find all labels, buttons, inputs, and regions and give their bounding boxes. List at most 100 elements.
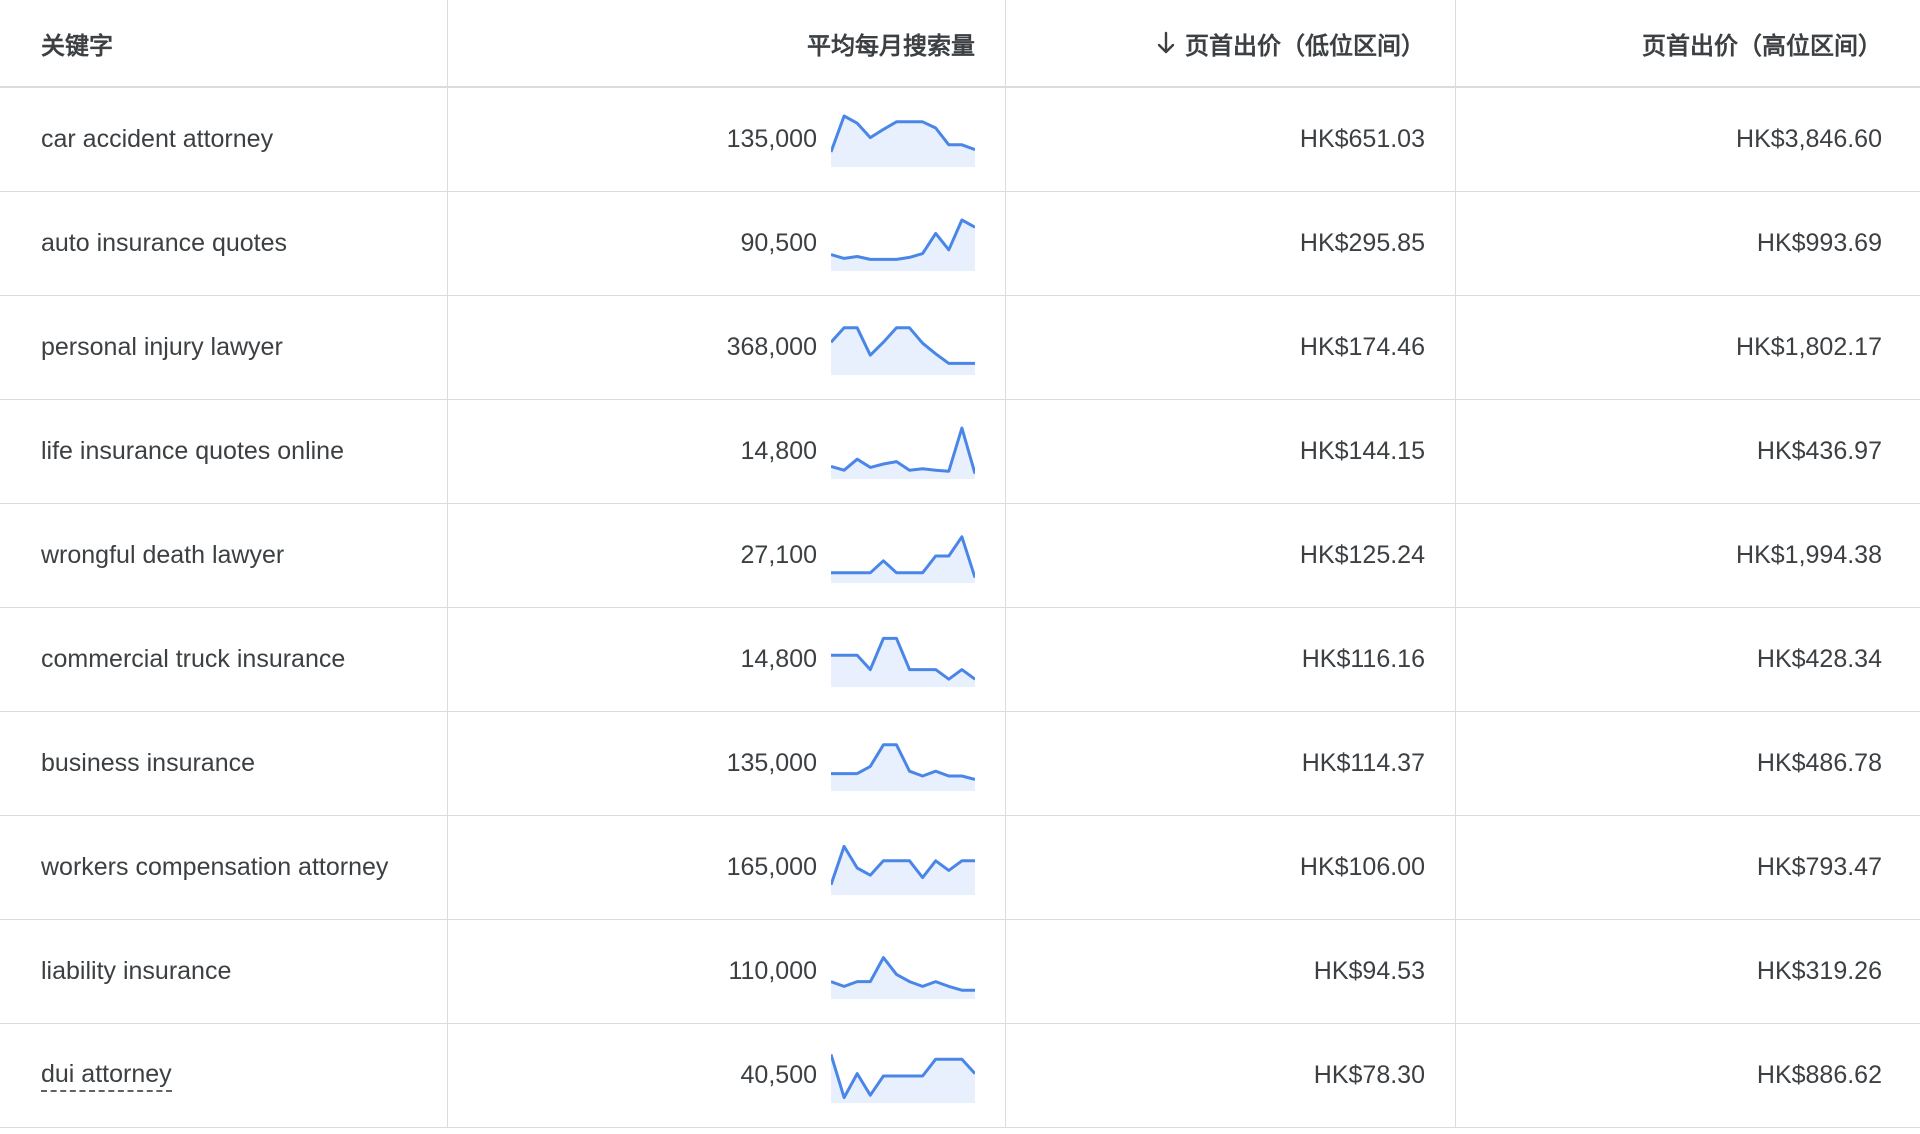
bid-low-cell: HK$144.15	[1006, 400, 1456, 503]
search-volume-value: 110,000	[728, 957, 817, 985]
bid-low-value: HK$114.37	[1301, 749, 1425, 777]
column-header-bid-low-label: 页首出价（低位区间）	[1185, 32, 1425, 60]
sparkline-area	[831, 744, 975, 791]
search-volume-value: 135,000	[726, 749, 817, 777]
bid-high-cell: HK$886.62	[1456, 1024, 1920, 1127]
trend-sparkline[interactable]	[831, 1049, 975, 1103]
column-header-avg-monthly-searches[interactable]: 平均每月搜索量	[448, 0, 1006, 86]
bid-low-value: HK$106.00	[1299, 853, 1425, 881]
bid-low-cell: HK$295.85	[1006, 192, 1456, 295]
bid-low-cell: HK$174.46	[1006, 296, 1456, 399]
bid-low-value: HK$125.24	[1299, 541, 1425, 569]
sparkline-area	[831, 115, 975, 167]
trend-sparkline[interactable]	[831, 321, 975, 375]
column-header-avg-monthly-label: 平均每月搜索量	[807, 32, 975, 60]
sparkline-area	[831, 845, 975, 895]
keyword-table: 关键字 平均每月搜索量 页首出价（低位区间） 页首出价（高位区间） car ac…	[0, 0, 1920, 1128]
trend-sparkline[interactable]	[831, 529, 975, 583]
keyword-text[interactable]: workers compensation attorney	[41, 853, 388, 882]
trend-sparkline[interactable]	[831, 633, 975, 687]
bid-low-cell: HK$94.53	[1006, 920, 1456, 1023]
keyword-text[interactable]: life insurance quotes online	[41, 437, 344, 466]
table-row[interactable]: wrongful death lawyer 27,100 HK$125.24 H…	[0, 504, 1920, 608]
keyword-cell: commercial truck insurance	[0, 608, 448, 711]
keyword-cell: life insurance quotes online	[0, 400, 448, 503]
search-volume-value: 90,500	[740, 229, 817, 257]
table-row[interactable]: car accident attorney 135,000 HK$651.03 …	[0, 88, 1920, 192]
table-row[interactable]: liability insurance 110,000 HK$94.53 HK$…	[0, 920, 1920, 1024]
avg-monthly-searches-cell: 110,000	[448, 920, 1006, 1023]
bid-low-value: HK$651.03	[1299, 125, 1425, 153]
keyword-cell: dui attorney	[0, 1024, 448, 1127]
table-header: 关键字 平均每月搜索量 页首出价（低位区间） 页首出价（高位区间）	[0, 0, 1920, 88]
keyword-text[interactable]: wrongful death lawyer	[41, 541, 284, 570]
trend-sparkline[interactable]	[831, 737, 975, 791]
keyword-cell: workers compensation attorney	[0, 816, 448, 919]
bid-low-cell: HK$116.16	[1006, 608, 1456, 711]
keyword-cell: liability insurance	[0, 920, 448, 1023]
search-volume-value: 27,100	[740, 541, 817, 569]
bid-high-value: HK$1,802.17	[1736, 333, 1882, 361]
avg-monthly-searches-cell: 14,800	[448, 400, 1006, 503]
column-header-bid-high[interactable]: 页首出价（高位区间）	[1456, 0, 1920, 86]
trend-sparkline[interactable]	[831, 945, 975, 999]
keyword-text[interactable]: personal injury lawyer	[41, 333, 283, 362]
trend-sparkline[interactable]	[831, 217, 975, 271]
avg-monthly-searches-cell: 135,000	[448, 88, 1006, 191]
keyword-text[interactable]: car accident attorney	[41, 125, 273, 154]
search-volume-value: 14,800	[740, 437, 817, 465]
bid-low-cell: HK$125.24	[1006, 504, 1456, 607]
keyword-text[interactable]: auto insurance quotes	[41, 229, 287, 258]
keyword-text[interactable]: commercial truck insurance	[41, 645, 345, 674]
bid-high-value: HK$436.97	[1756, 437, 1882, 465]
bid-high-value: HK$428.34	[1756, 645, 1882, 673]
table-row[interactable]: workers compensation attorney 165,000 HK…	[0, 816, 1920, 920]
avg-monthly-searches-cell: 135,000	[448, 712, 1006, 815]
avg-monthly-searches-cell: 90,500	[448, 192, 1006, 295]
search-volume-value: 135,000	[726, 125, 817, 153]
table-row[interactable]: commercial truck insurance 14,800 HK$116…	[0, 608, 1920, 712]
bid-high-cell: HK$3,846.60	[1456, 88, 1920, 191]
bid-high-value: HK$3,846.60	[1736, 125, 1882, 153]
keyword-cell: wrongful death lawyer	[0, 504, 448, 607]
keyword-text[interactable]: business insurance	[41, 749, 255, 778]
search-volume-value: 368,000	[726, 333, 817, 361]
trend-sparkline[interactable]	[831, 113, 975, 167]
bid-low-value: HK$144.15	[1299, 437, 1425, 465]
bid-low-value: HK$78.30	[1313, 1061, 1425, 1089]
keyword-cell: car accident attorney	[0, 88, 448, 191]
table-row[interactable]: dui attorney 40,500 HK$78.30 HK$886.62	[0, 1024, 1920, 1128]
bid-high-cell: HK$1,994.38	[1456, 504, 1920, 607]
column-header-bid-low[interactable]: 页首出价（低位区间）	[1006, 0, 1456, 86]
keyword-text[interactable]: dui attorney	[41, 1060, 172, 1092]
keyword-cell: auto insurance quotes	[0, 192, 448, 295]
avg-monthly-searches-cell: 27,100	[448, 504, 1006, 607]
table-row[interactable]: life insurance quotes online 14,800 HK$1…	[0, 400, 1920, 504]
column-header-keyword-label: 关键字	[41, 32, 113, 60]
keyword-text[interactable]: liability insurance	[41, 957, 231, 986]
bid-high-cell: HK$436.97	[1456, 400, 1920, 503]
avg-monthly-searches-cell: 368,000	[448, 296, 1006, 399]
bid-high-cell: HK$486.78	[1456, 712, 1920, 815]
bid-high-cell: HK$793.47	[1456, 816, 1920, 919]
bid-low-value: HK$174.46	[1299, 333, 1425, 361]
bid-low-cell: HK$114.37	[1006, 712, 1456, 815]
arrow-down-icon[interactable]	[1155, 30, 1177, 56]
avg-monthly-searches-cell: 165,000	[448, 816, 1006, 919]
search-volume-value: 40,500	[740, 1061, 817, 1089]
bid-high-cell: HK$319.26	[1456, 920, 1920, 1023]
bid-low-cell: HK$106.00	[1006, 816, 1456, 919]
column-header-keyword[interactable]: 关键字	[0, 0, 448, 86]
sparkline-area	[831, 327, 975, 375]
avg-monthly-searches-cell: 14,800	[448, 608, 1006, 711]
trend-sparkline[interactable]	[831, 841, 975, 895]
table-row[interactable]: auto insurance quotes 90,500 HK$295.85 H…	[0, 192, 1920, 296]
table-row[interactable]: business insurance 135,000 HK$114.37 HK$…	[0, 712, 1920, 816]
bid-high-value: HK$1,994.38	[1736, 541, 1882, 569]
trend-sparkline[interactable]	[831, 425, 975, 479]
table-row[interactable]: personal injury lawyer 368,000 HK$174.46…	[0, 296, 1920, 400]
bid-high-cell: HK$993.69	[1456, 192, 1920, 295]
search-volume-value: 165,000	[726, 853, 817, 881]
keyword-cell: personal injury lawyer	[0, 296, 448, 399]
bid-low-value: HK$94.53	[1313, 957, 1425, 985]
